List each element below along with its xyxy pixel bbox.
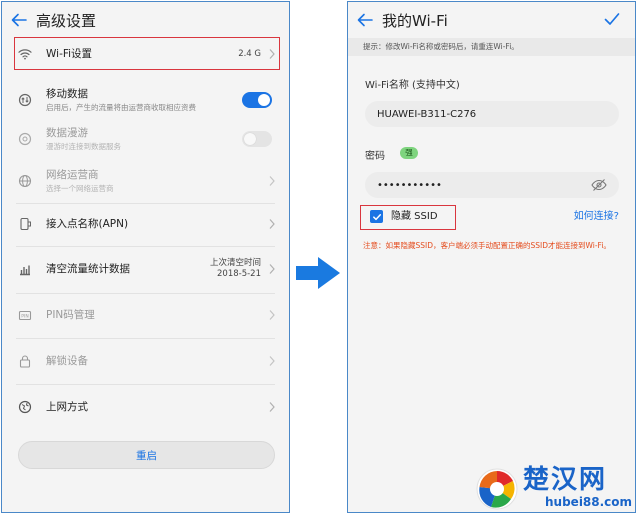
row-title: 清空流量统计数据 bbox=[46, 263, 130, 275]
row-title: 网络运营商 bbox=[46, 169, 99, 181]
divider bbox=[16, 203, 275, 204]
mobile-data-icon bbox=[17, 92, 33, 108]
bar-chart-icon bbox=[17, 261, 33, 277]
hide-ssid-warning: 注意：如果隐藏SSID，客户端必须手动配置正确的SSID才能连接到Wi-Fi。 bbox=[363, 241, 611, 250]
svg-text:PIN: PIN bbox=[21, 314, 28, 320]
roaming-icon bbox=[17, 131, 33, 147]
wifi-name-label: Wi-Fi名称 (支持中文) bbox=[365, 80, 460, 91]
chevron-right-icon bbox=[269, 264, 275, 274]
page-title: 我的Wi-Fi bbox=[382, 11, 448, 30]
back-arrow-icon[interactable] bbox=[348, 2, 382, 38]
divider bbox=[16, 246, 275, 247]
row-title: PIN码管理 bbox=[46, 309, 95, 321]
row-title: 解锁设备 bbox=[46, 355, 88, 367]
pin-icon: PIN bbox=[17, 307, 33, 323]
top-bar: 高级设置 bbox=[2, 2, 289, 38]
row-subtitle: 启用后，产生的流量将由运营商收取相应资费 bbox=[46, 103, 196, 112]
row-title: 移动数据 bbox=[46, 88, 88, 100]
mobile-data-toggle[interactable] bbox=[242, 92, 272, 108]
chevron-right-icon bbox=[269, 356, 275, 366]
data-roaming-row[interactable]: 数据漫游 漫游时连接到数据服务 bbox=[2, 124, 289, 154]
top-bar: 我的Wi-Fi bbox=[348, 2, 635, 38]
password-input[interactable]: ••••••••••• bbox=[365, 172, 619, 198]
password-strength-badge: 强 bbox=[400, 147, 418, 159]
password-value: ••••••••••• bbox=[377, 179, 442, 191]
last-cleared-value: 上次清空时间 2018-5-21 bbox=[209, 258, 261, 279]
watermark: 楚汉网 hubei88.com bbox=[473, 464, 639, 514]
confirm-check-icon[interactable] bbox=[603, 10, 621, 28]
advanced-settings-screen: 高级设置 Wi-Fi设置 2.4 G 移动数据 启用后，产生的流量将由运营商收取… bbox=[1, 1, 290, 513]
row-subtitle: 漫游时连接到数据服务 bbox=[46, 142, 121, 151]
globe-icon bbox=[17, 173, 33, 189]
clear-traffic-stats-row[interactable]: 清空流量统计数据 上次清空时间 2018-5-21 bbox=[2, 254, 289, 284]
chevron-right-icon bbox=[269, 310, 275, 320]
apn-icon bbox=[17, 216, 33, 232]
unlock-device-row[interactable]: 解锁设备 bbox=[2, 346, 289, 376]
my-wifi-screen: 我的Wi-Fi 提示：修改Wi-Fi名称或密码后，请重连Wi-Fi。 Wi-Fi… bbox=[347, 1, 636, 513]
reboot-button[interactable]: 重启 bbox=[18, 441, 275, 469]
password-label: 密码 bbox=[365, 151, 385, 162]
divider bbox=[16, 293, 275, 294]
data-roaming-toggle[interactable] bbox=[242, 131, 272, 147]
internet-access-row[interactable]: 上网方式 bbox=[2, 392, 289, 422]
page-title: 高级设置 bbox=[36, 11, 97, 30]
network-operator-row[interactable]: 网络运营商 选择一个网络运营商 bbox=[2, 166, 289, 196]
row-title: 上网方式 bbox=[46, 401, 88, 413]
wifi-settings-highlight bbox=[14, 37, 280, 70]
chevron-right-icon bbox=[269, 219, 275, 229]
watermark-url: hubei88.com bbox=[545, 495, 633, 509]
mobile-data-row[interactable]: 移动数据 启用后，产生的流量将由运营商收取相应资费 bbox=[2, 85, 289, 115]
divider bbox=[16, 338, 275, 339]
watermark-logo-icon bbox=[476, 468, 518, 510]
row-title: 数据漫游 bbox=[46, 127, 88, 139]
chevron-right-icon bbox=[269, 402, 275, 412]
watermark-name: 楚汉网 bbox=[523, 465, 608, 495]
apn-row[interactable]: 接入点名称(APN) bbox=[2, 209, 289, 239]
how-to-connect-link[interactable]: 如何连接? bbox=[574, 210, 619, 223]
wifi-name-input[interactable]: HUAWEI-B311-C276 bbox=[365, 101, 619, 127]
pin-management-row[interactable]: PIN PIN码管理 bbox=[2, 300, 289, 330]
lock-icon bbox=[17, 353, 33, 369]
chevron-right-icon bbox=[269, 176, 275, 186]
globe-icon bbox=[17, 399, 33, 415]
hide-ssid-highlight bbox=[360, 205, 456, 230]
arrow-right-icon bbox=[296, 257, 340, 289]
row-title: 接入点名称(APN) bbox=[46, 218, 129, 230]
row-subtitle: 选择一个网络运营商 bbox=[46, 184, 114, 193]
eye-off-icon[interactable] bbox=[591, 178, 607, 192]
divider bbox=[16, 384, 275, 385]
back-arrow-icon[interactable] bbox=[2, 2, 36, 38]
hint-bar: 提示：修改Wi-Fi名称或密码后，请重连Wi-Fi。 bbox=[348, 38, 635, 56]
